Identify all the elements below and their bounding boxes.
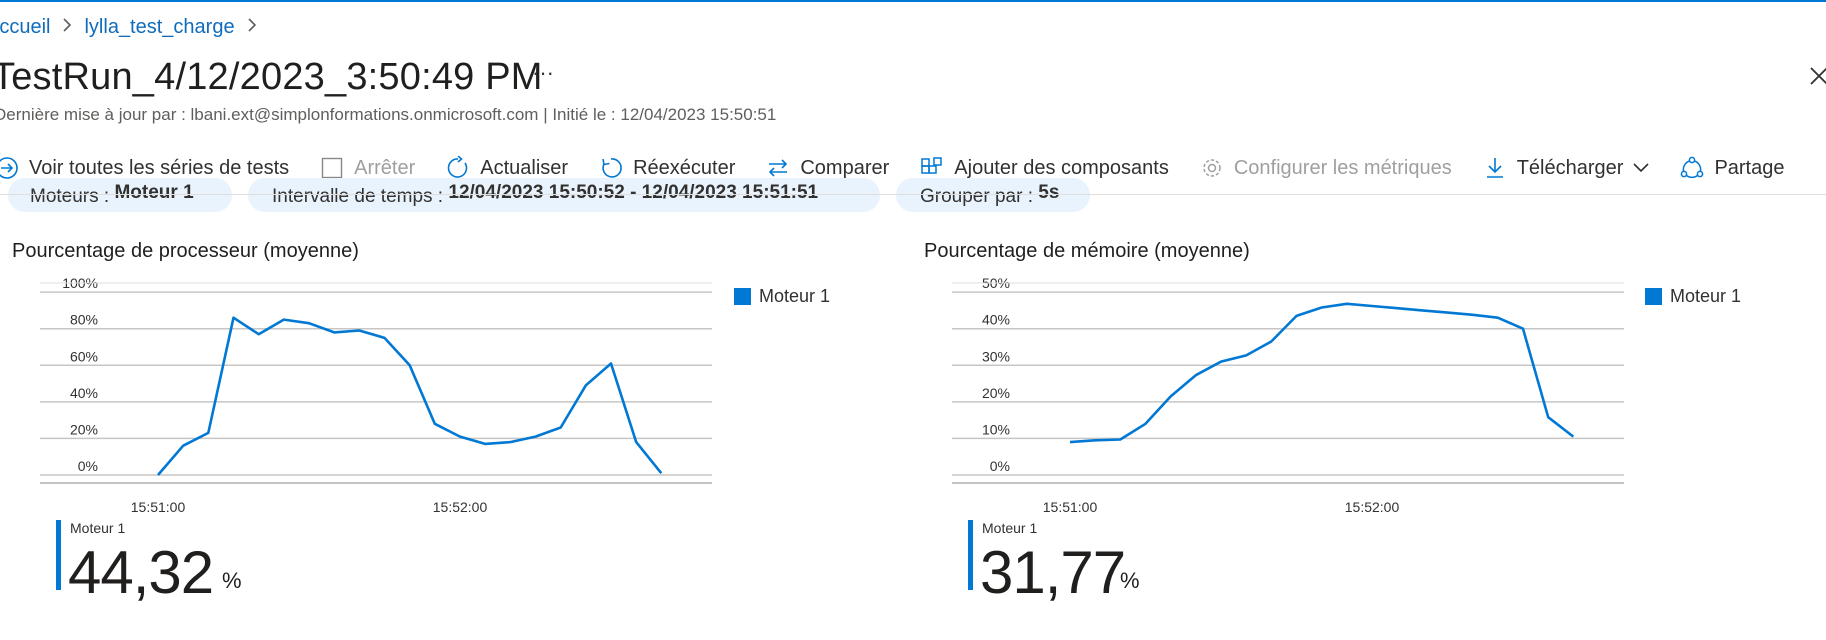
memory-y-tick: 10% (982, 421, 1010, 437)
cpu-y-tick: 40% (70, 385, 98, 401)
engines-filter-value: Moteur 1 (114, 182, 194, 203)
share-button[interactable]: Partage (1679, 155, 1785, 181)
compare-label: Comparer (800, 156, 890, 179)
memory-legend-label: Moteur 1 (1670, 286, 1742, 306)
chevron-right-icon (62, 17, 72, 38)
cpu-kpi-value: 44,32 (68, 539, 214, 606)
chevron-right-icon (247, 17, 257, 38)
breadcrumb-home-link[interactable]: Accueil (0, 16, 50, 39)
engines-filter-label: Moteurs : (30, 186, 110, 207)
add-components-label: Ajouter des composants (954, 156, 1169, 179)
view-all-runs-label: Voir toutes les séries de tests (29, 156, 290, 179)
memory-kpi-label: Moteur 1 (982, 520, 1038, 536)
breadcrumb-test-link[interactable]: lylla_test_charge (84, 16, 234, 39)
memory-chart-legend[interactable]: Moteur 1 (1645, 286, 1741, 307)
configure-metrics-label: Configurer les métriques (1233, 156, 1452, 179)
share-icon (1679, 155, 1705, 181)
more-options-button[interactable]: ··· (532, 60, 554, 86)
kpi-accent-bar (56, 520, 61, 590)
cpu-chart-title: Pourcentage de processeur (moyenne) (12, 240, 359, 262)
command-bar-divider (0, 194, 1826, 195)
memory-kpi-unit: % (1120, 568, 1140, 593)
cpu-kpi-label: Moteur 1 (70, 520, 126, 536)
memory-y-tick: 0% (990, 458, 1010, 474)
gear-icon (1199, 155, 1225, 181)
cpu-y-tick: 0% (78, 458, 98, 474)
memory-line-chart: 0%10%20%30%40%50%15:51:00 15:52:00 (952, 275, 1624, 515)
download-button[interactable]: Télécharger (1482, 155, 1650, 181)
interval-filter-pill[interactable]: Intervalle de temps : 12/04/2023 15:50:5… (248, 178, 880, 212)
download-label: Télécharger (1516, 156, 1624, 179)
download-icon (1482, 155, 1508, 181)
cpu-y-tick: 20% (70, 421, 98, 437)
cpu-chart-legend[interactable]: Moteur 1 (734, 286, 830, 307)
cpu-x-tick: 15:52:00 (433, 499, 488, 515)
memory-x-tick: 15:51:00 (1043, 499, 1098, 515)
cpu-y-tick: 80% (70, 312, 98, 328)
configure-metrics-button[interactable]: Configurer les métriques (1199, 155, 1452, 181)
engines-filter-pill[interactable]: Moteurs : Moteur 1 (8, 178, 232, 212)
rerun-label: Réexécuter (633, 156, 736, 179)
memory-chart-title: Pourcentage de mémoire (moyenne) (924, 240, 1250, 262)
close-button[interactable] (1808, 62, 1826, 94)
cpu-y-tick: 60% (70, 348, 98, 364)
chevron-down-icon (1633, 163, 1650, 173)
cpu-x-tick: 15:51:00 (131, 499, 186, 515)
kpi-accent-bar (968, 520, 973, 590)
share-label: Partage (1714, 156, 1785, 179)
interval-filter-label: Intervalle de temps : (272, 186, 444, 207)
memory-series-line[interactable] (1069, 302, 1575, 444)
group-filter-pill[interactable]: Grouper par : 5s (896, 178, 1090, 212)
memory-y-tick: 40% (982, 312, 1010, 328)
cpu-legend-label: Moteur 1 (759, 286, 831, 306)
close-icon (1810, 67, 1826, 85)
cpu-series-line[interactable] (157, 316, 663, 476)
cpu-line-chart: 0%20%40%60%80%100%15:51:00 15:52:00 (40, 275, 712, 515)
memory-x-tick: 15:52:00 (1345, 499, 1400, 515)
group-filter-label: Grouper par : (920, 186, 1033, 207)
stop-label: Arrêter (354, 156, 416, 179)
cpu-kpi-unit: % (222, 568, 242, 593)
page-subtitle: Dernière mise à jour par : lbani.ext@sim… (0, 105, 777, 124)
interval-filter-value: 12/04/2023 15:50:52 - 12/04/2023 15:51:5… (448, 182, 819, 203)
memory-kpi-value: 31,77 (980, 539, 1126, 606)
memory-y-tick: 20% (982, 385, 1010, 401)
top-accent-line (0, 0, 1826, 2)
refresh-label: Actualiser (480, 156, 569, 179)
legend-swatch (1645, 288, 1662, 305)
arrow-circle-right-icon (0, 155, 20, 181)
page-title: TestRun_4/12/2023_3:50:49 PM (0, 56, 543, 98)
memory-y-tick: 30% (982, 348, 1010, 364)
legend-swatch (734, 288, 751, 305)
breadcrumb: Accueil lylla_test_charge (0, 16, 269, 39)
group-filter-value: 5s (1038, 182, 1060, 203)
